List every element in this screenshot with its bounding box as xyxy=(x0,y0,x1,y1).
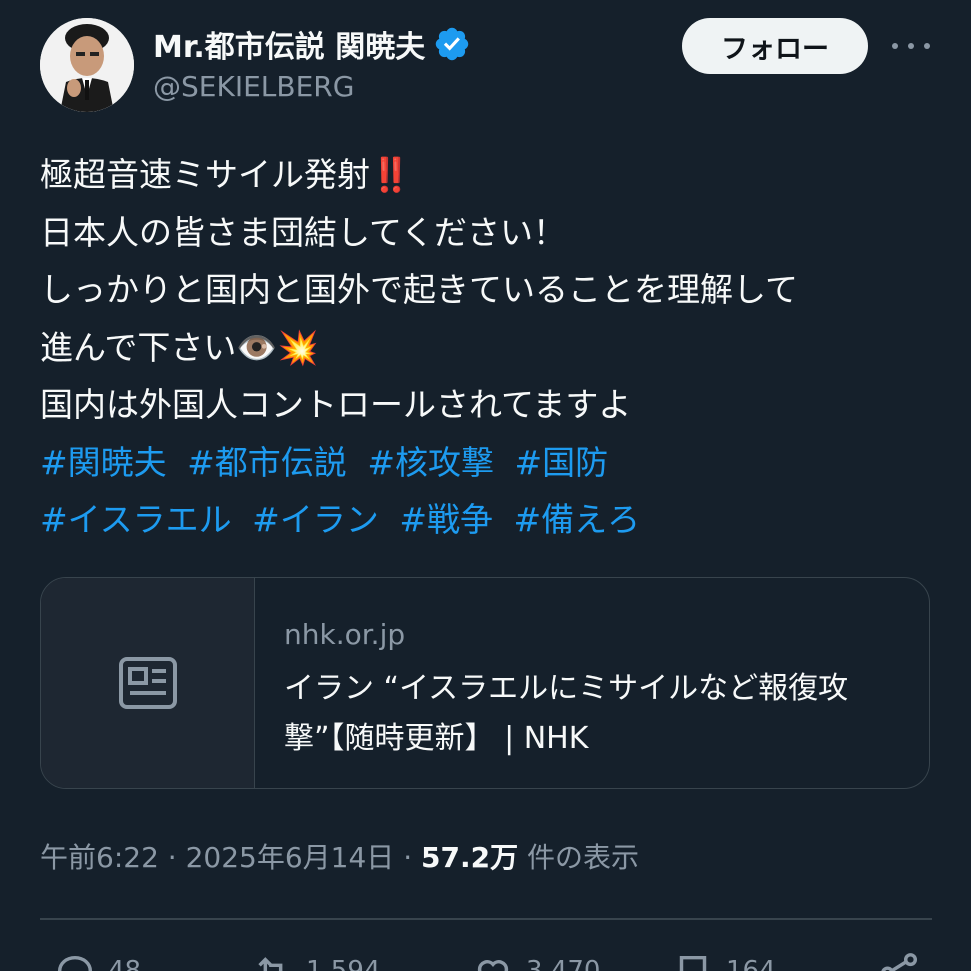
hashtag-link[interactable]: #戦争 xyxy=(399,500,493,539)
tweet-text: 極超音速ミサイル発射‼️ 日本人の皆さま団結してください！ しっかりと国内と国外… xyxy=(40,146,940,549)
article-icon xyxy=(118,657,177,709)
reply-count: 48 xyxy=(108,956,142,971)
verified-badge-icon xyxy=(433,25,471,63)
tweet-line: 国内は外国人コントロールされてますよ xyxy=(40,385,632,424)
divider xyxy=(40,918,932,920)
link-preview-card[interactable]: nhk.or.jp イラン “イスラエルにミサイルなど報復攻撃”【随時更新】 |… xyxy=(40,577,930,789)
tweet-meta: 午前6:22 · 2025年6月14日 · 57.2万 件の表示 xyxy=(40,841,640,874)
tweet-date[interactable]: 2025年6月14日 xyxy=(186,841,395,874)
hashtag-link[interactable]: #備えろ xyxy=(513,500,640,539)
hashtag-link[interactable]: #イラン xyxy=(252,500,379,539)
like-button[interactable]: 3,470 xyxy=(470,950,600,971)
tweet-line: 極超音速ミサイル発射‼️ xyxy=(40,155,412,194)
reply-icon xyxy=(57,955,93,971)
user-handle[interactable]: @SEKIELBERG xyxy=(153,70,354,103)
hashtag-link[interactable]: #関暁夫 xyxy=(40,443,167,482)
bookmark-button[interactable]: 164 xyxy=(670,950,776,971)
repost-count: 1,594 xyxy=(306,956,381,971)
display-name[interactable]: Mr.都市伝説 関暁夫 xyxy=(153,22,471,66)
tweet-time[interactable]: 午前6:22 xyxy=(40,841,159,874)
tweet-line: しっかりと国内と国外で起きていることを理解して xyxy=(40,270,799,309)
hashtag-link[interactable]: #都市伝説 xyxy=(187,443,347,482)
hashtag-link[interactable]: #国防 xyxy=(514,443,608,482)
action-bar: 48 1,594 3,470 164 xyxy=(40,950,932,971)
heart-icon xyxy=(477,960,509,971)
share-button[interactable] xyxy=(876,950,922,971)
hashtag-row: #イスラエル #イラン #戦争 #備えろ xyxy=(40,491,940,549)
card-title: イラン “イスラエルにミサイルなど報復攻撃”【随時更新】 | NHK xyxy=(284,671,849,756)
like-count: 3,470 xyxy=(526,956,601,971)
hashtag-row: #関暁夫 #都市伝説 #核攻撃 #国防 xyxy=(40,434,940,492)
view-count: 57.2万 xyxy=(421,841,519,874)
hashtag-link[interactable]: #イスラエル xyxy=(40,500,232,539)
bookmark-icon xyxy=(679,955,707,971)
display-name-text: Mr.都市伝説 関暁夫 xyxy=(153,30,426,65)
reply-button[interactable]: 48 xyxy=(52,950,141,971)
more-options-icon[interactable] xyxy=(892,34,930,58)
avatar[interactable] xyxy=(40,18,134,112)
card-thumbnail xyxy=(41,578,255,788)
follow-button[interactable]: フォロー xyxy=(682,18,868,74)
tweet-line: 進んで下さい👁️💥 xyxy=(40,327,319,367)
hashtag-link[interactable]: #核攻撃 xyxy=(367,443,494,482)
tweet-detail: Mr.都市伝説 関暁夫 @SEKIELBERG フォロー 極超音速ミサイル発射‼… xyxy=(0,0,971,971)
card-domain: nhk.or.jp xyxy=(284,618,406,651)
repost-icon xyxy=(258,957,283,971)
bookmark-count: 164 xyxy=(726,956,776,971)
view-count-label: 件の表示 xyxy=(527,841,640,874)
share-icon xyxy=(881,953,918,971)
tweet-line: 日本人の皆さま団結してください！ xyxy=(40,212,567,252)
repost-button[interactable]: 1,594 xyxy=(250,950,380,971)
